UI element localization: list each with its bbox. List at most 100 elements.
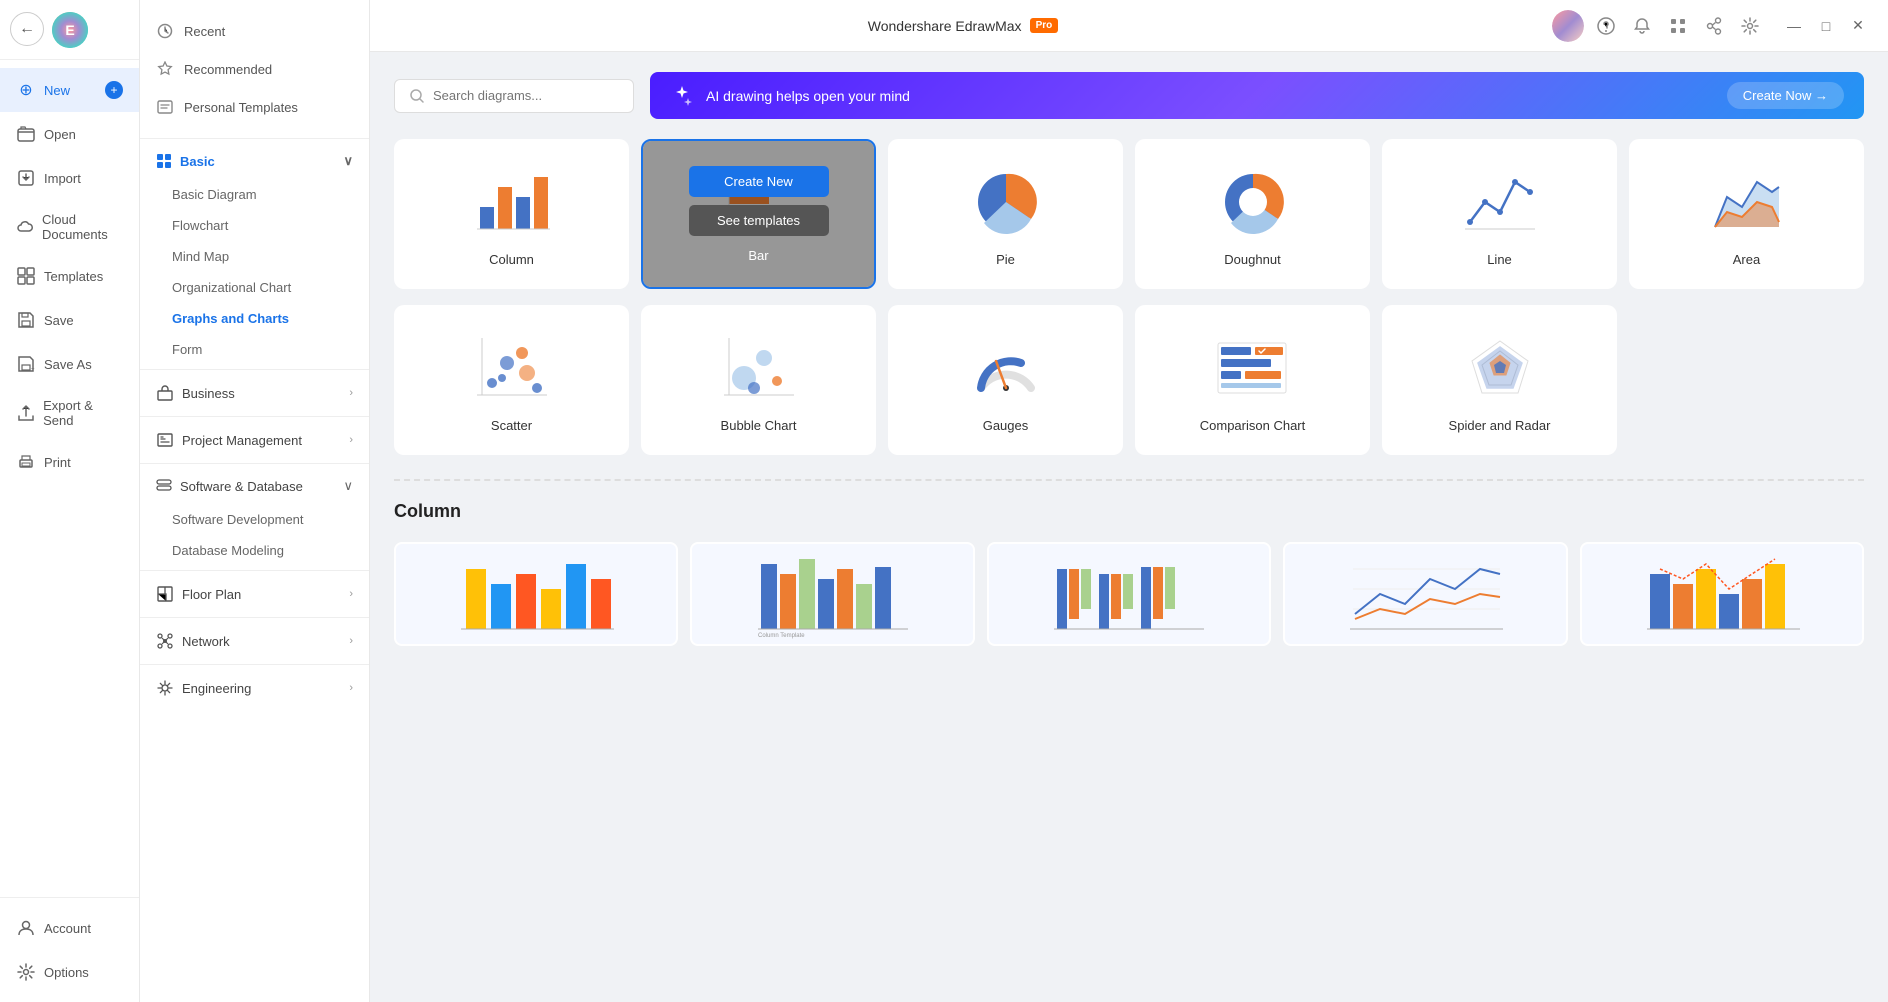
chart-spider-card[interactable]: Spider and Radar	[1382, 305, 1617, 455]
svg-text:+: +	[31, 367, 35, 373]
basic-section: Basic ∨ Basic Diagram Flowchart Mind Map…	[140, 138, 369, 369]
main-content: Wondershare EdrawMax Pro	[370, 0, 1888, 1002]
network-category[interactable]: Network ›	[140, 622, 369, 660]
basic-section-header[interactable]: Basic ∨	[140, 143, 369, 179]
back-button[interactable]: ←	[10, 12, 44, 46]
chart-gauges-card[interactable]: Gauges	[888, 305, 1123, 455]
recent-icon	[156, 22, 174, 40]
search-box[interactable]	[394, 79, 634, 113]
comparison-label: Comparison Chart	[1200, 418, 1306, 433]
template-grid: Column Template	[394, 542, 1864, 646]
apps-button[interactable]	[1664, 12, 1692, 40]
see-templates-button[interactable]: See templates	[689, 205, 829, 236]
project-mgmt-category[interactable]: Project Management ›	[140, 421, 369, 459]
basic-subsection-mind-map[interactable]: Mind Map	[140, 241, 369, 272]
open-icon	[16, 124, 36, 144]
sidebar-item-export[interactable]: Export & Send	[0, 386, 139, 440]
template-card-5[interactable]	[1580, 542, 1864, 646]
sidebar-item-print[interactable]: Print	[0, 440, 139, 484]
line-label: Line	[1487, 252, 1512, 267]
chart-comparison-card[interactable]: Comparison Chart	[1135, 305, 1370, 455]
chart-line-card[interactable]: Line	[1382, 139, 1617, 289]
basic-subsection-flowchart[interactable]: Flowchart	[140, 210, 369, 241]
search-ai-row: AI drawing helps open your mind Create N…	[394, 72, 1864, 119]
network-icon	[156, 632, 174, 650]
database-model-item[interactable]: Database Modeling	[140, 535, 369, 566]
template-card-4[interactable]	[1283, 542, 1567, 646]
sidebar-item-options[interactable]: Options	[0, 950, 139, 994]
create-new-button[interactable]: Create New	[689, 166, 829, 197]
sidebar-item-options-label: Options	[44, 965, 89, 980]
ai-banner[interactable]: AI drawing helps open your mind Create N…	[650, 72, 1864, 119]
project-chevron: ›	[349, 434, 353, 446]
template-preview-5	[1582, 544, 1862, 644]
sidebar-recommended-label: Recommended	[184, 62, 272, 77]
close-button[interactable]: ✕	[1844, 12, 1872, 40]
share-button[interactable]	[1700, 12, 1728, 40]
user-avatar[interactable]	[1552, 10, 1584, 42]
gauges-label: Gauges	[983, 418, 1029, 433]
basic-subsection-org-chart[interactable]: Organizational Chart	[140, 272, 369, 303]
chart-bubble-card[interactable]: Bubble Chart	[641, 305, 876, 455]
search-input[interactable]	[433, 88, 619, 103]
sidebar-item-new[interactable]: ⊕ New +	[0, 68, 139, 112]
bar-chart-overlay: Create New See templates Bar	[643, 141, 874, 287]
basic-subsection-basic-diagram[interactable]: Basic Diagram	[140, 179, 369, 210]
software-dev-item[interactable]: Software Development	[140, 504, 369, 535]
template-card-3[interactable]	[987, 542, 1271, 646]
software-db-header[interactable]: Software & Database ∨	[140, 468, 369, 504]
network-label: Network	[182, 634, 341, 649]
import-icon	[16, 168, 36, 188]
basic-subsection-graphs-charts[interactable]: Graphs and Charts	[140, 303, 369, 334]
engineering-icon	[156, 679, 174, 697]
maximize-button[interactable]: □	[1812, 12, 1840, 40]
new-icon: ⊕	[16, 80, 36, 100]
chart-column-card[interactable]: Column	[394, 139, 629, 289]
business-section: Business ›	[140, 369, 369, 416]
chart-scatter-card[interactable]: Scatter	[394, 305, 629, 455]
template-preview-3	[989, 544, 1269, 644]
sidebar-recommended[interactable]: Recommended	[140, 50, 369, 88]
section-column-header: Column	[394, 501, 1864, 526]
business-category[interactable]: Business ›	[140, 374, 369, 412]
sidebar-item-account[interactable]: Account	[0, 906, 139, 950]
settings-button[interactable]	[1736, 12, 1764, 40]
engineering-section: Engineering ›	[140, 664, 369, 711]
search-icon	[409, 88, 425, 104]
svg-text:E: E	[65, 22, 74, 38]
minimize-button[interactable]: —	[1780, 12, 1808, 40]
sidebar-recent[interactable]: Recent	[140, 12, 369, 50]
options-icon	[16, 962, 36, 982]
sidebar-item-templates[interactable]: Templates	[0, 254, 139, 298]
sidebar-personal-label: Personal Templates	[184, 100, 298, 115]
notification-button[interactable]	[1628, 12, 1656, 40]
line-chart-img	[1455, 162, 1545, 242]
basic-chevron: ∨	[343, 153, 353, 169]
project-icon	[156, 431, 174, 449]
sidebar-bottom: Account Options	[0, 897, 139, 1002]
template-card-1[interactable]	[394, 542, 678, 646]
chart-doughnut-card[interactable]: Doughnut	[1135, 139, 1370, 289]
basic-subsection-form[interactable]: Form	[140, 334, 369, 365]
ai-create-now-button[interactable]: Create Now →	[1727, 82, 1844, 109]
doughnut-label: Doughnut	[1224, 252, 1280, 267]
sidebar-item-import[interactable]: Import	[0, 156, 139, 200]
sidebar-item-export-label: Export & Send	[43, 398, 123, 428]
floor-plan-section: Floor Plan ›	[140, 570, 369, 617]
chart-area-card[interactable]: Area	[1629, 139, 1864, 289]
engineering-category[interactable]: Engineering ›	[140, 669, 369, 707]
sidebar-personal-templates[interactable]: Personal Templates	[140, 88, 369, 126]
sidebar-wide: Recent Recommended Personal Templates Ba…	[140, 0, 370, 1002]
chart-bar-card[interactable]: Bar Create New See templates Bar	[641, 139, 876, 289]
sidebar-item-save[interactable]: Save	[0, 298, 139, 342]
floor-plan-category[interactable]: Floor Plan ›	[140, 575, 369, 613]
chart-pie-card[interactable]: Pie	[888, 139, 1123, 289]
template-preview-4	[1285, 544, 1565, 644]
sidebar-item-open[interactable]: Open	[0, 112, 139, 156]
sidebar-item-save-as[interactable]: + Save As	[0, 342, 139, 386]
template-card-2[interactable]: Column Template	[690, 542, 974, 646]
sidebar-item-cloud[interactable]: Cloud Documents	[0, 200, 139, 254]
app-title: Wondershare EdrawMax Pro	[386, 18, 1540, 34]
bar-overlay-label: Bar	[748, 248, 768, 263]
help-button[interactable]	[1592, 12, 1620, 40]
